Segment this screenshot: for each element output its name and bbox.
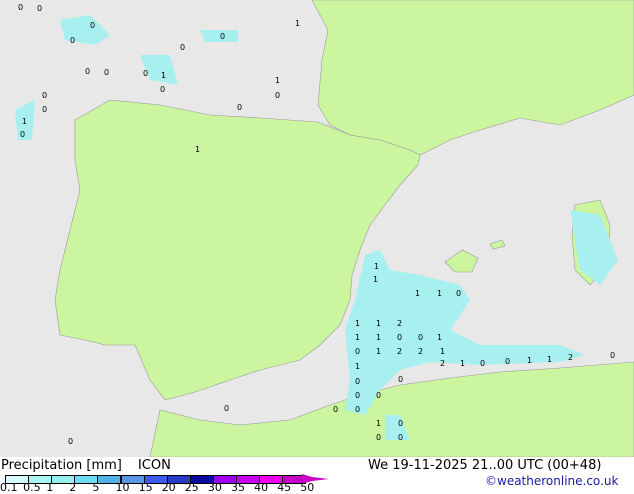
precip-value: 1: [22, 117, 28, 126]
precip-value: 2: [397, 319, 403, 328]
precip-value: 0: [355, 391, 361, 400]
precip-value: 1: [415, 289, 421, 298]
precip-value: 1: [437, 289, 443, 298]
precip-value: 1: [161, 71, 167, 80]
precip-value: 1: [373, 275, 379, 284]
precip-value: 1: [376, 419, 382, 428]
precip-value: 0: [610, 351, 616, 360]
precip-value: 1: [355, 362, 361, 371]
scale-tick-label: 20: [161, 481, 176, 494]
precip-value: 1: [355, 319, 361, 328]
precip-value: 0: [90, 21, 96, 30]
precip-value: 0: [480, 359, 486, 368]
precip-value: 0: [355, 405, 361, 414]
legend: Precipitation [mm] ICON We 19-11-2025 21…: [0, 457, 634, 494]
scale-tick-label: 25: [184, 481, 199, 494]
precip-value: 0: [42, 105, 48, 114]
precip-value: 1: [376, 347, 382, 356]
scale-tick-label: 35: [231, 481, 245, 494]
precip-value: 2: [568, 353, 574, 362]
precip-value: 0: [237, 103, 243, 112]
precip-value: 0: [333, 405, 339, 414]
legend-title: Precipitation [mm]: [1, 458, 122, 473]
precip-value: 0: [275, 91, 281, 100]
scale-tick-label: 30: [207, 481, 222, 494]
precip-value: 1: [547, 355, 553, 364]
valid-datetime: We 19-11-2025 21..00 UTC (00+48): [368, 458, 602, 473]
precip-value: 1: [460, 359, 466, 368]
map-canvas: [0, 0, 634, 458]
scale-tick-label: 2: [69, 481, 77, 494]
precip-value: 0: [355, 347, 361, 356]
precip-value: 0: [180, 43, 186, 52]
precip-value: 0: [70, 36, 76, 45]
precip-value: 0: [160, 85, 166, 94]
scale-tick-label: 10: [115, 481, 130, 494]
precip-value: 1: [275, 76, 281, 85]
precip-value: 0: [143, 69, 149, 78]
precipitation-map[interactable]: 0 0 0 0 0 0 1 0 0 0 0 0 1 0 0 1 0 0 1 1 1 1 1 0 1 1 1 2 0 1 1 1 0 0 1 2 2 1 1 0…: [0, 0, 634, 458]
precip-value: 0: [398, 433, 404, 442]
credit-link[interactable]: ©weatheronline.co.uk: [485, 474, 618, 488]
precip-value: 2: [418, 347, 424, 356]
precip-value: 0: [37, 4, 43, 13]
precip-value: 1: [195, 145, 201, 154]
precip-value: 0: [18, 3, 24, 12]
precip-value: 0: [376, 391, 382, 400]
precip-value: 0: [20, 130, 26, 139]
precip-value: 0: [224, 404, 230, 413]
precip-value: 2: [397, 347, 403, 356]
scale-tick-label: 0.1: [0, 481, 18, 494]
precip-value: 1: [437, 333, 443, 342]
precip-value: 0: [418, 333, 424, 342]
precip-value: 0: [68, 437, 74, 446]
precip-value: 1: [295, 19, 301, 28]
scale-tick-label: 0.5: [23, 481, 41, 494]
precip-value: 1: [376, 319, 382, 328]
precip-value: 1: [376, 333, 382, 342]
precip-value: 0: [85, 67, 91, 76]
scale-tick-label: 50: [300, 481, 315, 494]
scale-tick-label: 40: [254, 481, 269, 494]
precip-value: 0: [398, 375, 404, 384]
precip-value: 1: [374, 262, 380, 271]
precip-value: 0: [505, 357, 511, 366]
precip-value: 0: [104, 68, 110, 77]
model-name: ICON: [138, 458, 171, 473]
precip-value: 0: [42, 91, 48, 100]
precip-value: 1: [440, 347, 446, 356]
precip-value: 1: [527, 356, 533, 365]
precip-value: 1: [355, 333, 361, 342]
precip-value: 0: [355, 377, 361, 386]
precip-value: 0: [456, 289, 462, 298]
precip-value: 2: [440, 359, 446, 368]
precip-value: 0: [220, 32, 226, 41]
scale-tick-label: 1: [46, 481, 54, 494]
scale-tick-label: 15: [138, 481, 153, 494]
precip-value: 0: [397, 333, 403, 342]
precip-value: 0: [398, 419, 404, 428]
scale-tick-label: 45: [277, 481, 292, 494]
precip-value: 0: [376, 433, 382, 442]
scale-tick-label: 5: [92, 481, 100, 494]
